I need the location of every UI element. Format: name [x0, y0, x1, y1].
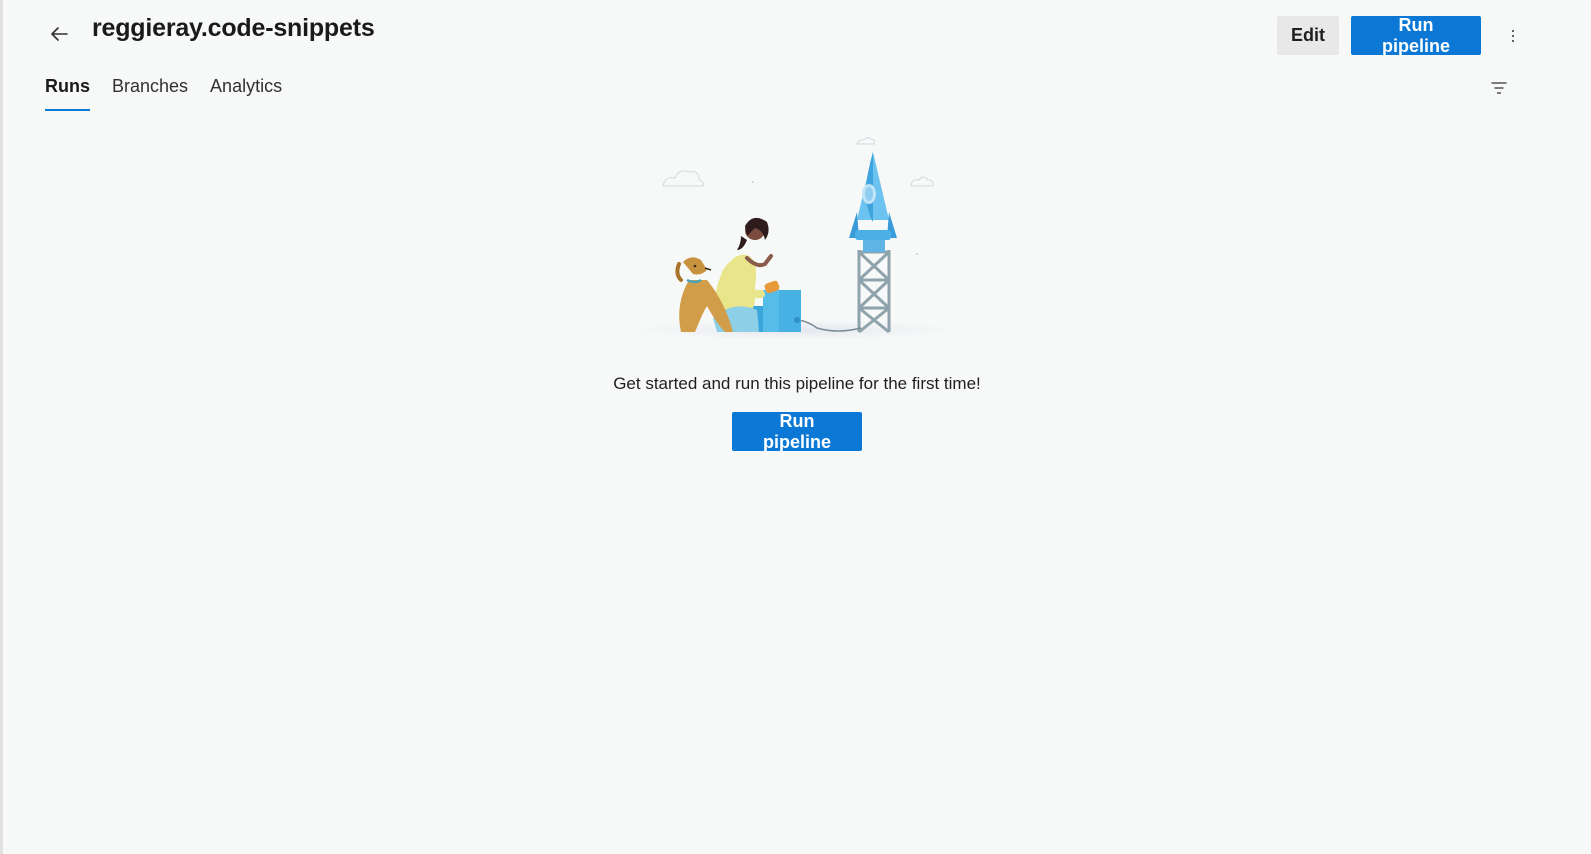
pipeline-page: reggieray.code-snippets Edit Run pipelin… — [0, 0, 1591, 854]
person-dog-rocket-launch-illustration — [635, 137, 955, 340]
filter-button[interactable] — [1489, 78, 1509, 98]
tab-bar: Runs Branches Analytics — [45, 76, 282, 111]
back-button[interactable] — [43, 18, 75, 50]
filter-icon — [1491, 82, 1507, 94]
more-vertical-icon — [1512, 29, 1514, 44]
page-title: reggieray.code-snippets — [92, 14, 375, 42]
page-header: reggieray.code-snippets Edit Run pipelin… — [3, 0, 1591, 70]
edit-button[interactable]: Edit — [1277, 16, 1339, 55]
empty-state-run-pipeline-button[interactable]: Run pipeline — [732, 411, 862, 452]
tab-branches[interactable]: Branches — [112, 76, 188, 111]
arrow-left-icon — [51, 27, 68, 41]
header-actions: Edit Run pipeline — [1277, 15, 1481, 56]
empty-state-message: Get started and run this pipeline for th… — [613, 374, 981, 393]
run-pipeline-button[interactable]: Run pipeline — [1351, 15, 1481, 56]
tab-runs[interactable]: Runs — [45, 76, 90, 111]
empty-state: Get started and run this pipeline for th… — [3, 130, 1591, 452]
tab-analytics[interactable]: Analytics — [210, 76, 282, 111]
more-actions-button[interactable] — [1501, 24, 1525, 48]
